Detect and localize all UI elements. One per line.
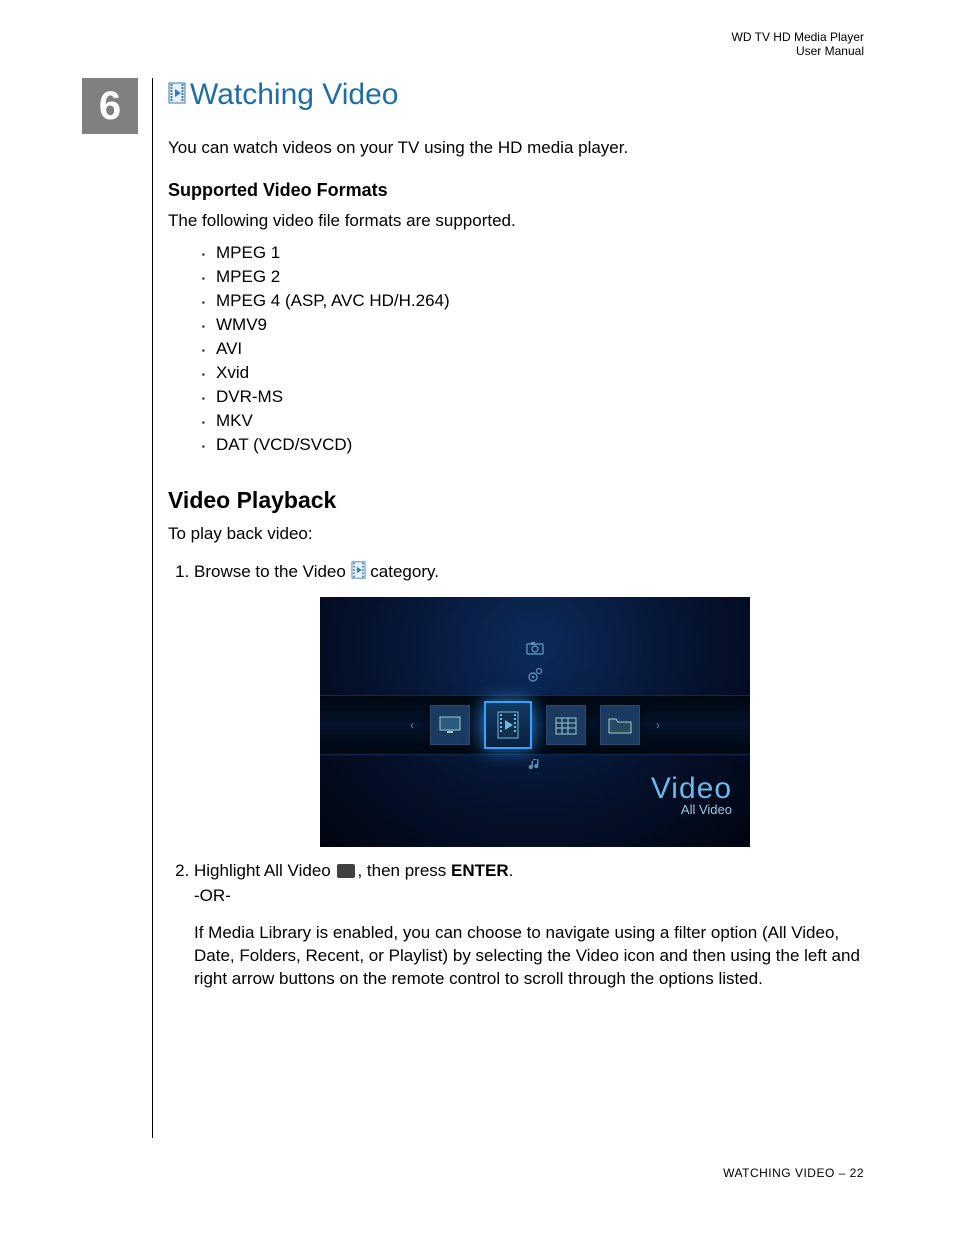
list-item: Xvid [202, 361, 868, 385]
list-item: DAT (VCD/SVCD) [202, 433, 868, 457]
music-note-icon [527, 757, 543, 780]
step2-text-b: , then press [357, 861, 451, 880]
video-inline-icon [351, 561, 366, 585]
page-footer: WATCHING VIDEO – 22 [723, 1166, 864, 1180]
list-item: MKV [202, 409, 868, 433]
step1-text-b: category. [366, 562, 439, 581]
supported-heading: Supported Video Formats [168, 180, 868, 201]
folder-icon [600, 705, 640, 745]
screenshot-title-block: Video All Video [651, 777, 732, 821]
step2-text-c: . [509, 861, 514, 880]
step-item: Highlight All Video , then press ENTER. … [194, 859, 868, 990]
step2-text-a: Highlight All Video [194, 861, 335, 880]
left-arrow-icon: ‹ [408, 706, 416, 744]
supported-lead: The following video file formats are sup… [168, 211, 868, 231]
list-item: MPEG 4 (ASP, AVC HD/H.264) [202, 289, 868, 313]
chapter-title: Watching Video [168, 78, 868, 112]
ui-screenshot: ‹ › [320, 597, 750, 847]
list-item: WMV9 [202, 313, 868, 337]
header-line2: User Manual [732, 44, 864, 58]
step2-paragraph: If Media Library is enabled, you can cho… [194, 921, 868, 990]
carousel-bar: ‹ › [320, 695, 750, 755]
screenshot-title: Video [651, 777, 732, 800]
step-item: Browse to the Video category. ‹ [194, 560, 868, 847]
playback-lead: To play back video: [168, 524, 868, 544]
step1-text-a: Browse to the Video [194, 562, 351, 581]
chapter-title-text: Watching Video [190, 78, 398, 112]
all-video-icon [484, 701, 532, 749]
video-icon [168, 78, 186, 112]
step2-or: -OR- [194, 884, 868, 907]
playback-heading: Video Playback [168, 487, 868, 514]
all-video-inline-icon [337, 864, 355, 878]
content-area: Watching Video You can watch videos on y… [168, 78, 868, 1002]
steps-list: Browse to the Video category. ‹ [168, 560, 868, 990]
list-item: MPEG 1 [202, 241, 868, 265]
chapter-number-box: 6 [82, 78, 138, 134]
intro-text: You can watch videos on your TV using th… [168, 138, 868, 158]
gear-icon [527, 667, 543, 690]
camera-icon [526, 639, 544, 662]
formats-list: MPEG 1 MPEG 2 MPEG 4 (ASP, AVC HD/H.264)… [202, 241, 868, 457]
page-header: WD TV HD Media Player User Manual [732, 30, 864, 58]
header-line1: WD TV HD Media Player [732, 30, 864, 44]
monitor-icon [430, 705, 470, 745]
list-item: DVR-MS [202, 385, 868, 409]
right-arrow-icon: › [654, 706, 662, 744]
calendar-icon [546, 705, 586, 745]
vertical-rule [152, 78, 153, 1138]
list-item: MPEG 2 [202, 265, 868, 289]
list-item: AVI [202, 337, 868, 361]
enter-key-label: ENTER [451, 861, 509, 880]
